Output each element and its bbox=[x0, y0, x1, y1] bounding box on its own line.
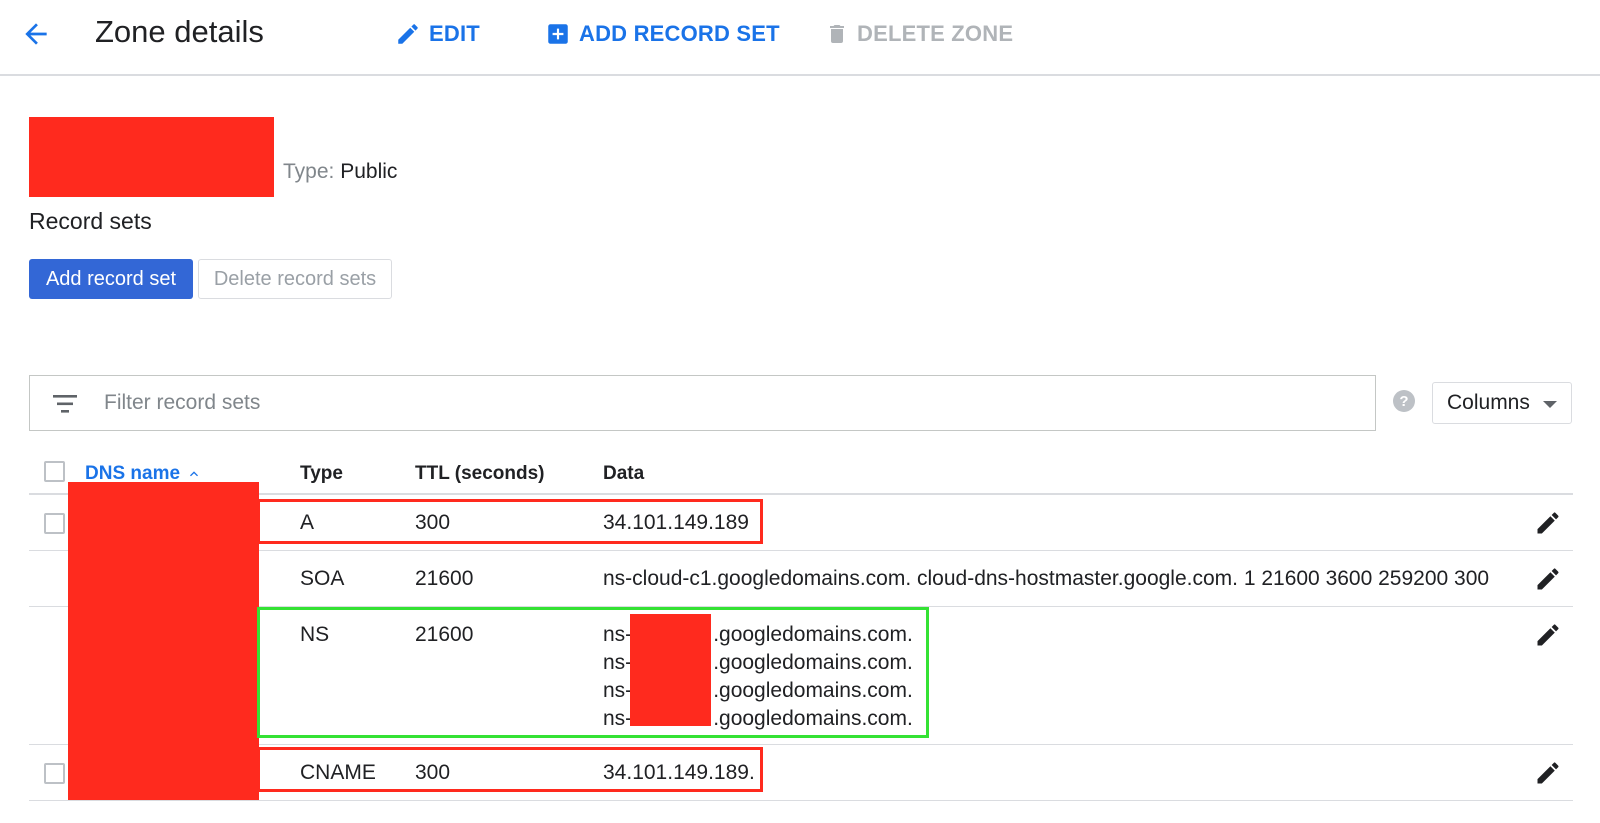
record-type: A bbox=[300, 511, 315, 534]
redacted-ns-hosts bbox=[630, 614, 711, 726]
table-row: CNAME 300 34.101.149.189. bbox=[29, 745, 1573, 801]
record-type: NS bbox=[300, 623, 330, 646]
edit-button[interactable]: EDIT bbox=[395, 18, 480, 50]
ns-prefix: ns- bbox=[603, 651, 633, 674]
zone-type: Type: Public bbox=[283, 160, 397, 184]
edit-row-icon[interactable] bbox=[1534, 509, 1562, 537]
ns-suffix: .googledomains.com. bbox=[713, 679, 913, 702]
filter-icon bbox=[53, 395, 77, 413]
edit-row-icon[interactable] bbox=[1534, 565, 1562, 593]
delete-record-sets-button[interactable]: Delete record sets bbox=[198, 259, 392, 299]
ns-suffix: .googledomains.com. bbox=[713, 707, 913, 730]
table-row: A 300 34.101.149.189 bbox=[29, 495, 1573, 551]
table-header-row: DNS name Type TTL (seconds) Data bbox=[29, 452, 1573, 495]
ns-prefix: ns- bbox=[603, 623, 633, 646]
ns-suffix: .googledomains.com. bbox=[713, 623, 913, 646]
back-arrow-icon[interactable] bbox=[20, 18, 52, 50]
table-row: NS 21600 ns- .googledomains.com. ns- .goog… bbox=[29, 607, 1573, 745]
zone-type-key: Type: bbox=[283, 160, 335, 183]
select-all-checkbox[interactable] bbox=[44, 461, 65, 482]
page-title: Zone details bbox=[95, 14, 264, 49]
zone-type-value: Public bbox=[340, 160, 398, 183]
redacted-dns-names bbox=[68, 482, 259, 800]
table-row: SOA 21600 ns-cloud-c1.googledomains.com.… bbox=[29, 551, 1573, 607]
record-ttl: 21600 bbox=[415, 623, 474, 646]
add-record-set-label: ADD RECORD SET bbox=[579, 21, 780, 46]
add-box-icon bbox=[548, 24, 568, 44]
add-record-set-toolbar-button[interactable]: ADD RECORD SET bbox=[545, 18, 780, 50]
ns-prefix: ns- bbox=[603, 707, 633, 730]
columns-dropdown[interactable]: Columns bbox=[1432, 382, 1572, 424]
filter-input[interactable] bbox=[104, 376, 1304, 430]
edit-row-icon[interactable] bbox=[1534, 621, 1562, 649]
columns-label: Columns bbox=[1447, 391, 1530, 414]
filter-bar bbox=[29, 375, 1376, 431]
record-data: 34.101.149.189 bbox=[603, 511, 749, 534]
record-sets-title: Record sets bbox=[29, 208, 152, 234]
sort-ascending-icon bbox=[190, 471, 199, 477]
pencil-icon bbox=[398, 24, 418, 44]
type-header[interactable]: Type bbox=[300, 460, 343, 488]
record-ttl: 300 bbox=[415, 511, 451, 534]
edit-label: EDIT bbox=[429, 21, 480, 46]
record-type: SOA bbox=[300, 567, 345, 590]
add-record-set-button[interactable]: Add record set bbox=[29, 259, 193, 299]
delete-zone-label: DELETE ZONE bbox=[857, 21, 1014, 46]
record-data: ns-cloud-c1.googledomains.com. cloud-dns… bbox=[603, 567, 1490, 590]
record-ttl: 21600 bbox=[415, 567, 474, 590]
trash-icon bbox=[830, 25, 844, 43]
delete-zone-button[interactable]: DELETE ZONE bbox=[825, 18, 1013, 50]
toolbar: Zone details EDIT ADD RECORD SET DELETE … bbox=[0, 0, 1600, 76]
record-type: CNAME bbox=[300, 761, 376, 784]
row-checkbox[interactable] bbox=[44, 763, 65, 784]
help-icon[interactable]: ? bbox=[1393, 390, 1415, 412]
row-checkbox[interactable] bbox=[44, 513, 65, 534]
edit-row-icon[interactable] bbox=[1534, 759, 1562, 787]
record-data: 34.101.149.189. bbox=[603, 761, 755, 784]
data-header[interactable]: Data bbox=[603, 460, 644, 488]
ns-suffix: .googledomains.com. bbox=[713, 651, 913, 674]
record-sets-table: DNS name Type TTL (seconds) Data A 300 3… bbox=[29, 452, 1573, 801]
ttl-header[interactable]: TTL (seconds) bbox=[415, 460, 545, 488]
caret-down-icon bbox=[1543, 401, 1557, 408]
record-ttl: 300 bbox=[415, 761, 451, 784]
redacted-zone-name bbox=[29, 117, 274, 197]
ns-prefix: ns- bbox=[603, 679, 633, 702]
